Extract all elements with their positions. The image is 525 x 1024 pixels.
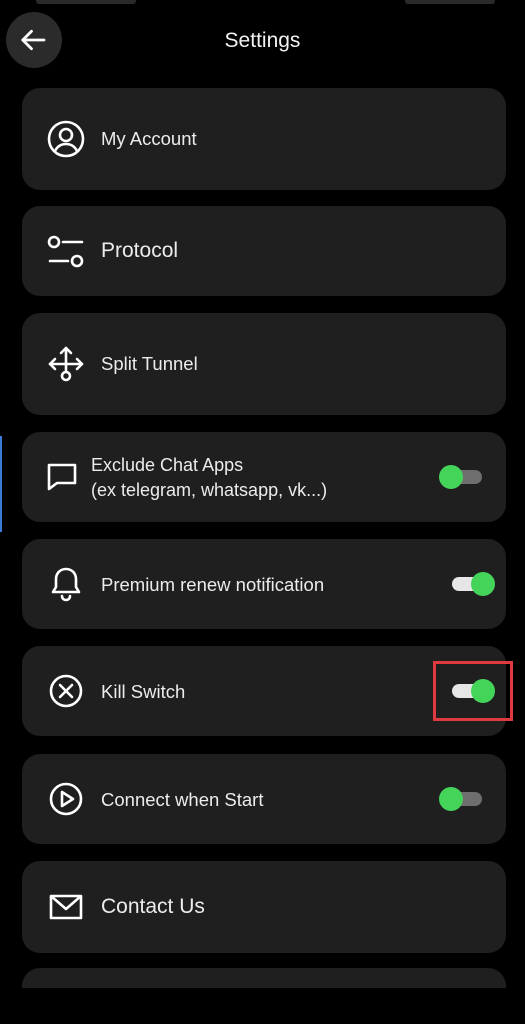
split-arrows-icon <box>46 344 86 384</box>
status-bar <box>0 0 525 6</box>
status-bar-right <box>405 0 495 4</box>
toggle-knob <box>471 572 495 596</box>
status-bar-left <box>36 0 136 4</box>
setting-my-account[interactable]: My Account <box>22 88 506 190</box>
close-circle-icon <box>46 671 86 711</box>
setting-label: My Account <box>101 128 197 149</box>
setting-contact-us[interactable]: Contact Us <box>22 861 506 953</box>
chat-bubble-icon <box>42 456 82 496</box>
setting-connect-when-start[interactable]: Connect when Start <box>22 754 506 844</box>
play-circle-icon <box>46 779 86 819</box>
setting-protocol[interactable]: Protocol <box>22 206 506 296</box>
toggle-knob <box>439 787 463 811</box>
mail-icon <box>46 887 86 927</box>
setting-label: Contact Us <box>101 895 205 918</box>
setting-label: Kill Switch <box>101 681 186 702</box>
account-circle-icon <box>46 119 86 159</box>
setting-premium-renew-notification[interactable]: Premium renew notification <box>22 539 506 629</box>
kill-switch-highlight-box <box>433 661 513 721</box>
setting-split-tunnel[interactable]: Split Tunnel <box>22 313 506 415</box>
setting-label: Premium renew notification <box>101 574 325 595</box>
setting-sublabel: (ex telegram, whatsapp, vk...) <box>91 480 328 500</box>
edge-indicator <box>0 436 2 532</box>
sliders-icon <box>46 232 86 272</box>
setting-label: Connect when Start <box>101 789 264 810</box>
exclude-chat-apps-toggle[interactable] <box>439 465 484 489</box>
bell-icon <box>46 564 86 604</box>
setting-label: Exclude Chat Apps <box>91 455 244 475</box>
connect-when-start-toggle[interactable] <box>439 787 484 811</box>
toggle-knob <box>439 465 463 489</box>
setting-label: Protocol <box>101 239 179 262</box>
premium-renew-toggle[interactable] <box>450 572 495 596</box>
page-title: Settings <box>224 29 301 52</box>
setting-label: Split Tunnel <box>101 353 198 374</box>
setting-next-partial[interactable] <box>22 968 506 988</box>
setting-exclude-chat-apps[interactable]: Exclude Chat Apps (ex telegram, whatsapp… <box>22 432 506 522</box>
